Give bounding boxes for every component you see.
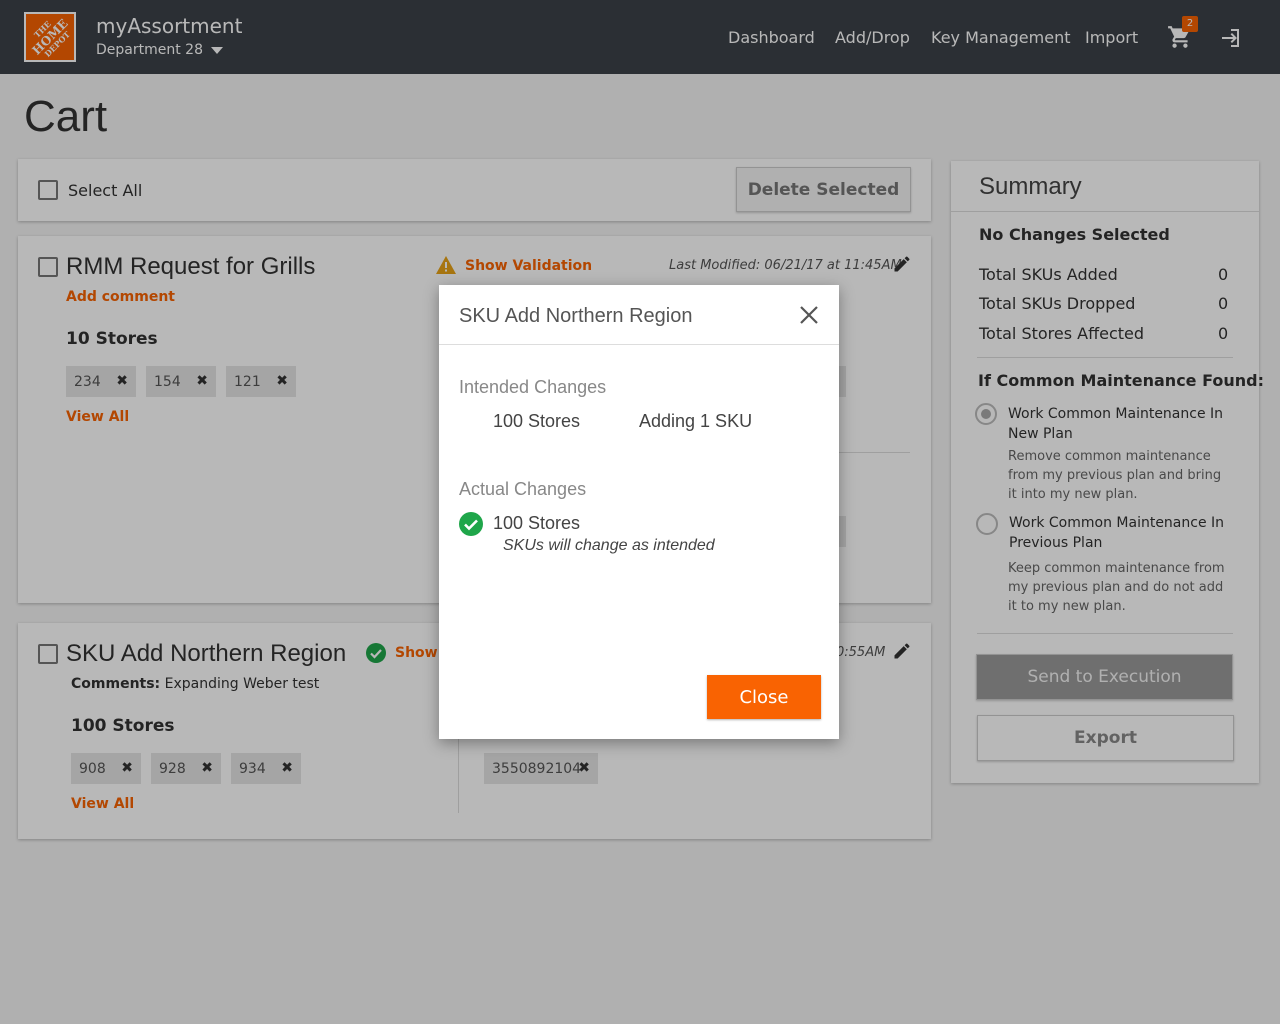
intended-skus: Adding 1 SKU bbox=[639, 411, 753, 431]
modal-close-button[interactable]: Close bbox=[707, 675, 821, 719]
success-check-icon bbox=[459, 512, 483, 536]
intended-changes-heading: Intended Changes bbox=[459, 377, 607, 397]
close-icon[interactable] bbox=[799, 305, 819, 325]
validation-modal: SKU Add Northern Region Intended Changes… bbox=[439, 285, 839, 739]
actual-note: SKUs will change as intended bbox=[503, 537, 715, 554]
modal-title: SKU Add Northern Region bbox=[459, 305, 693, 327]
modal-header-divider bbox=[439, 344, 839, 345]
actual-stores: 100 Stores bbox=[493, 513, 581, 533]
intended-stores: 100 Stores bbox=[493, 411, 581, 431]
actual-changes-heading: Actual Changes bbox=[459, 479, 587, 499]
